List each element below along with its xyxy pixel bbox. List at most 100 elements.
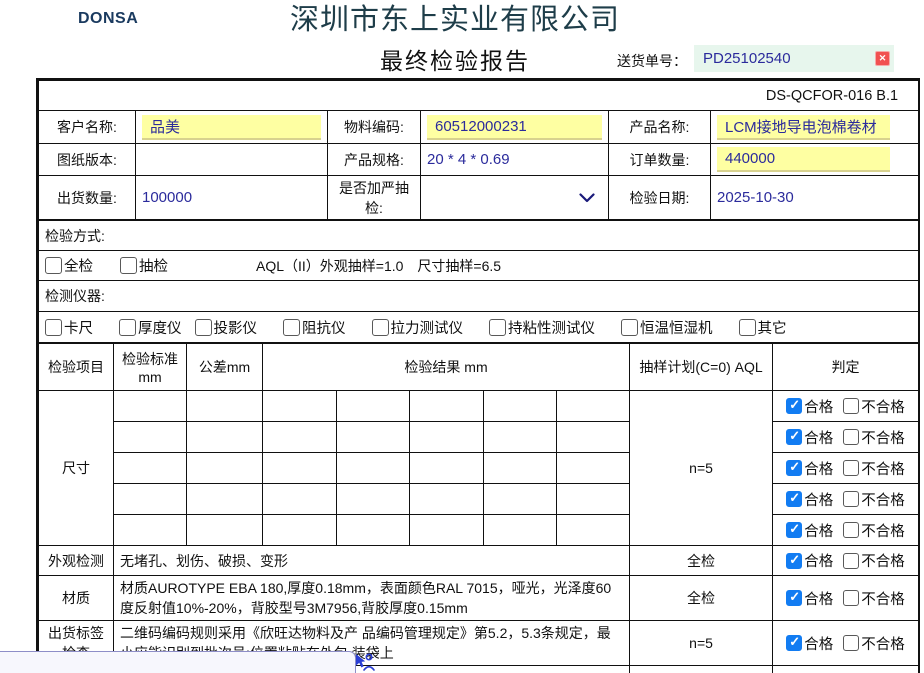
inspect-date-cell[interactable]: 2025-10-30: [711, 176, 919, 220]
adhesion-tester-checkbox[interactable]: [489, 319, 506, 336]
close-icon[interactable]: ✕: [875, 51, 890, 66]
tolerance-cell[interactable]: [187, 453, 263, 484]
customer-input[interactable]: 品美: [142, 115, 321, 140]
fail-label: 不合格: [861, 520, 905, 541]
fail-label: 不合格: [861, 550, 905, 571]
pass-checkbox[interactable]: [786, 491, 802, 507]
aql-text: AQL（II）外观抽样=1.0 尺寸抽样=6.5: [256, 256, 501, 276]
result-cell[interactable]: [484, 422, 557, 453]
fail-checkbox[interactable]: [843, 590, 859, 606]
row-appearance-desc: 无堵孔、划伤、破损、变形: [114, 546, 630, 576]
result-cell[interactable]: [337, 484, 410, 515]
result-cell[interactable]: [557, 391, 630, 422]
row-size-item: 尺寸: [39, 391, 114, 546]
row-material-desc: 材质AUROTYPE EBA 180,厚度0.18mm，表面颜色RAL 7015…: [114, 576, 630, 621]
customer-cell: 品美: [136, 111, 328, 144]
judge-cell: 合格不合格: [773, 391, 919, 422]
tension-tester-checkbox[interactable]: [372, 319, 389, 336]
result-cell[interactable]: [263, 515, 337, 546]
humidity-chamber-checkbox[interactable]: [621, 319, 638, 336]
standard-cell[interactable]: [114, 484, 187, 515]
pass-checkbox[interactable]: [786, 553, 802, 569]
judge-cell: 合格不合格: [773, 422, 919, 453]
standard-cell[interactable]: [114, 422, 187, 453]
tolerance-cell[interactable]: [187, 422, 263, 453]
info-table: DS-QCFOR-016 B.1 客户名称: 品美 物料编码: 60512000…: [38, 80, 919, 220]
order-qty-input[interactable]: 440000: [717, 147, 890, 172]
col-header-judge: 判定: [773, 344, 919, 391]
fail-checkbox[interactable]: [843, 429, 859, 445]
drawing-version-cell[interactable]: [136, 144, 328, 176]
full-check-checkbox[interactable]: [45, 257, 62, 274]
result-cell[interactable]: [337, 515, 410, 546]
judge-cell: 合格不合格: [773, 621, 919, 666]
caliper-checkbox[interactable]: [45, 319, 62, 336]
fail-checkbox[interactable]: [843, 491, 859, 507]
strict-sampling-label: 是否加严抽检:: [328, 176, 421, 220]
result-cell[interactable]: [557, 453, 630, 484]
result-cell[interactable]: [484, 515, 557, 546]
pass-checkbox[interactable]: [786, 522, 802, 538]
result-cell[interactable]: [557, 484, 630, 515]
spec-label: 产品规格:: [328, 144, 421, 176]
result-cell[interactable]: [337, 453, 410, 484]
standard-cell[interactable]: [114, 391, 187, 422]
fail-checkbox[interactable]: [843, 635, 859, 651]
col-header-result: 检验结果 mm: [263, 344, 630, 391]
result-cell[interactable]: [263, 391, 337, 422]
strict-sampling-dropdown[interactable]: [421, 176, 609, 220]
result-cell[interactable]: [484, 484, 557, 515]
delivery-no-input[interactable]: PD25102540 ✕: [694, 45, 894, 72]
thickness-gauge-checkbox[interactable]: [119, 319, 136, 336]
tolerance-cell[interactable]: [187, 484, 263, 515]
pass-checkbox[interactable]: [786, 460, 802, 476]
projector-checkbox[interactable]: [195, 319, 212, 336]
pass-checkbox[interactable]: [786, 398, 802, 414]
result-cell[interactable]: [410, 484, 484, 515]
result-cell[interactable]: [410, 515, 484, 546]
tolerance-cell[interactable]: [187, 391, 263, 422]
fail-label: 不合格: [861, 458, 905, 479]
result-cell[interactable]: [484, 453, 557, 484]
result-cell[interactable]: [557, 515, 630, 546]
cursor-person-icon: [352, 651, 376, 673]
ship-qty-cell[interactable]: 100000: [136, 176, 328, 220]
pass-checkbox[interactable]: [786, 635, 802, 651]
tolerance-cell[interactable]: [187, 515, 263, 546]
standard-cell[interactable]: [114, 515, 187, 546]
instruments-label: 检测仪器:: [39, 281, 919, 312]
result-cell[interactable]: [337, 391, 410, 422]
impedance-checkbox[interactable]: [283, 319, 300, 336]
row-appearance-item: 外观检测: [39, 546, 114, 576]
result-cell[interactable]: [263, 453, 337, 484]
pass-checkbox[interactable]: [786, 429, 802, 445]
spec-cell[interactable]: 20 * 4 * 0.69: [421, 144, 609, 176]
pass-checkbox[interactable]: [786, 590, 802, 606]
col-header-plan: 抽样计划(C=0) AQL: [630, 344, 773, 391]
pass-label: 合格: [804, 550, 833, 571]
material-code-input[interactable]: 60512000231: [427, 115, 602, 140]
result-cell[interactable]: [263, 422, 337, 453]
standard-cell[interactable]: [114, 453, 187, 484]
fail-checkbox[interactable]: [843, 460, 859, 476]
sampling-checkbox[interactable]: [120, 257, 137, 274]
other-checkbox[interactable]: [739, 319, 756, 336]
result-cell[interactable]: [410, 391, 484, 422]
result-cell[interactable]: [484, 391, 557, 422]
fail-label: 不合格: [861, 427, 905, 448]
result-cell[interactable]: [410, 422, 484, 453]
full-check-label: 全检: [64, 255, 93, 276]
row-size-plan: n=5: [630, 391, 773, 546]
fail-checkbox[interactable]: [843, 522, 859, 538]
method-label: 检验方式:: [39, 221, 919, 251]
product-name-input[interactable]: LCM接地导电泡棉卷材: [717, 115, 890, 140]
fail-checkbox[interactable]: [843, 553, 859, 569]
result-cell[interactable]: [557, 422, 630, 453]
product-name-label: 产品名称:: [609, 111, 711, 144]
pass-label: 合格: [804, 458, 833, 479]
result-cell[interactable]: [263, 484, 337, 515]
result-cell[interactable]: [337, 422, 410, 453]
judge-cell: 合格不合格: [773, 576, 919, 621]
result-cell[interactable]: [410, 453, 484, 484]
fail-checkbox[interactable]: [843, 398, 859, 414]
